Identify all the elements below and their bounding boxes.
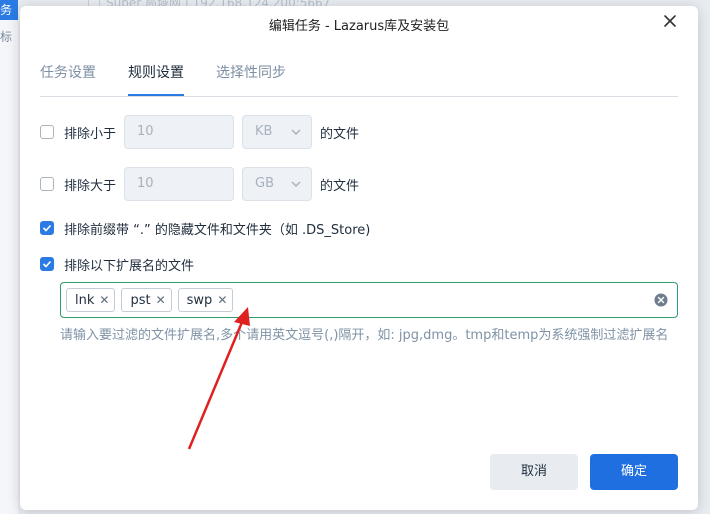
cancel-button[interactable]: 取消 <box>490 454 578 490</box>
background-sidebar: 务 标 <box>0 0 18 514</box>
chevron-down-icon <box>291 181 301 187</box>
remove-tag-icon[interactable]: ✕ <box>217 293 227 307</box>
remove-tag-icon[interactable]: ✕ <box>99 293 109 307</box>
remove-tag-icon[interactable]: ✕ <box>156 293 166 307</box>
clear-all-icon[interactable] <box>654 293 668 307</box>
close-icon[interactable] <box>662 13 678 29</box>
checkmark-icon <box>42 224 52 232</box>
background-sub-item: 标 <box>0 30 13 44</box>
exclude-larger-unit-value: GB <box>255 176 275 191</box>
extension-tag: swp ✕ <box>177 288 234 312</box>
rule-exclude-hidden: 排除前缀带 “.” 的隐藏文件和文件夹（如 .DS_Store) <box>40 210 370 246</box>
rule-exclude-smaller: 排除小于 10 KB 的文件 <box>40 114 359 150</box>
background-active-item: 务 <box>0 0 18 20</box>
exclude-larger-suffix: 的文件 <box>320 178 360 194</box>
rule-exclude-larger: 排除大于 10 GB 的文件 <box>40 166 359 202</box>
edit-task-dialog: 编辑任务 - Lazarus库及安装包 任务设置 规则设置 选择性同步 排除小于… <box>20 6 698 510</box>
exclude-smaller-size-input[interactable]: 10 <box>124 115 235 149</box>
exclude-hidden-checkbox[interactable] <box>40 221 54 235</box>
exclude-ext-checkbox[interactable] <box>40 257 54 271</box>
confirm-button[interactable]: 确定 <box>590 454 678 490</box>
exclude-larger-unit-select[interactable]: GB <box>242 167 313 201</box>
exclude-hidden-label: 排除前缀带 “.” 的隐藏文件和文件夹（如 .DS_Store) <box>64 222 371 238</box>
exclude-smaller-suffix: 的文件 <box>320 126 360 142</box>
extension-tag-label: lnk <box>75 292 95 308</box>
tab-selective-sync[interactable]: 选择性同步 <box>216 62 286 94</box>
extension-tag-label: pst <box>130 292 151 308</box>
chevron-down-icon <box>291 129 301 135</box>
checkmark-icon <box>42 260 52 268</box>
exclude-smaller-checkbox[interactable] <box>40 125 54 139</box>
exclude-smaller-label: 排除小于 <box>64 126 117 142</box>
exclude-ext-label: 排除以下扩展名的文件 <box>64 258 195 274</box>
exclude-smaller-unit-value: KB <box>255 124 273 139</box>
tab-task-settings[interactable]: 任务设置 <box>40 62 96 94</box>
exclude-larger-checkbox[interactable] <box>40 177 54 191</box>
exclude-larger-size-input[interactable]: 10 <box>124 167 235 201</box>
extension-tag: pst ✕ <box>121 288 172 312</box>
dialog-title: 编辑任务 - Lazarus库及安装包 <box>268 19 450 34</box>
extension-tag-label: swp <box>186 292 213 308</box>
tab-rule-settings[interactable]: 规则设置 <box>128 62 184 96</box>
extension-tag-input[interactable]: lnk ✕ pst ✕ swp ✕ <box>60 282 678 318</box>
extension-tag: lnk ✕ <box>66 288 116 312</box>
exclude-smaller-unit-select[interactable]: KB <box>242 115 313 149</box>
extension-hint-text: 请输入要过滤的文件扩展名,多个请用英文逗号(,)隔开，如: jpg,dmg。tm… <box>60 328 669 343</box>
exclude-larger-label: 排除大于 <box>64 178 117 194</box>
tab-bar: 任务设置 规则设置 选择性同步 <box>40 50 678 97</box>
rule-exclude-extensions: 排除以下扩展名的文件 <box>40 246 194 282</box>
